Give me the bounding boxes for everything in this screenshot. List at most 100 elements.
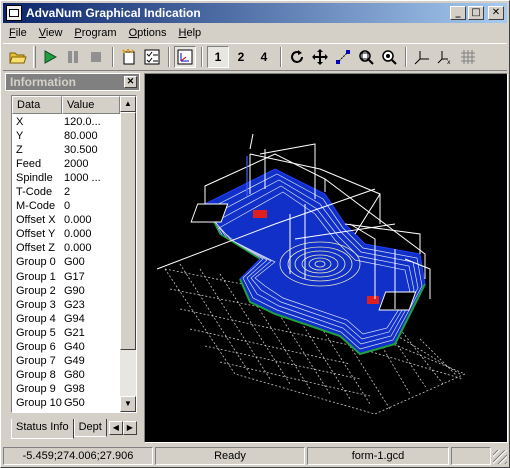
data-value: 0.000 (64, 214, 92, 227)
scroll-thumb[interactable] (120, 112, 136, 350)
data-key: Offset X (16, 214, 56, 227)
data-key: Z (16, 144, 23, 157)
tab-scroll-right-icon[interactable]: ▶ (122, 421, 137, 435)
close-button[interactable]: ✕ (488, 6, 504, 20)
toolbar-separator (280, 47, 282, 67)
data-value: 2000 (64, 158, 89, 171)
data-value: G40 (64, 340, 85, 353)
data-value: 1000 ... (64, 172, 101, 185)
maximize-button[interactable]: □ (468, 6, 484, 20)
minimize-button[interactable]: _ (450, 6, 466, 20)
data-key: Feed (16, 158, 42, 171)
scroll-up-button[interactable]: ▲ (120, 96, 136, 112)
resize-grip[interactable] (493, 450, 507, 464)
view-4-button[interactable]: 4 (253, 46, 275, 68)
menu-bar: File View Program Options Help (3, 24, 507, 42)
panel-tabs: Status Info Dept ◀ ▶ (11, 419, 139, 439)
checklist-icon[interactable] (141, 46, 163, 68)
data-list[interactable]: Data Value X 120.0... Y 80.000 Z 30.500 Feed 20… (11, 95, 137, 413)
toolbar-separator (201, 47, 203, 67)
toolbar-separator (33, 46, 36, 68)
list-item[interactable]: Group 11G67 (14, 410, 120, 412)
tab-dept[interactable]: Dept (73, 419, 107, 437)
list-item[interactable]: Group 9 G98 (14, 382, 120, 396)
data-key: Y (16, 130, 24, 143)
column-header-value[interactable]: Value (62, 96, 120, 114)
data-key: T-Code (16, 186, 53, 199)
information-panel-title[interactable]: Information ✕ (5, 73, 140, 91)
list-item[interactable]: X 120.0... (14, 115, 120, 129)
data-value: G94 (64, 312, 85, 325)
tab-status-info[interactable]: Status Info (11, 419, 74, 439)
view-2-button[interactable]: 2 (230, 46, 252, 68)
list-item[interactable]: Group 0 G00 (14, 255, 120, 269)
view-1-button[interactable]: 1 (207, 46, 229, 68)
svg-text:x: x (447, 59, 451, 65)
data-value: 2 (64, 186, 71, 199)
data-key: X (16, 116, 24, 128)
list-item[interactable]: Group 7 G49 (14, 354, 120, 368)
main-window: AdvaNum Graphical Indication _ □ ✕ File … (0, 0, 510, 468)
menu-options[interactable]: Options (123, 27, 173, 39)
menu-help[interactable]: Help (173, 27, 208, 39)
list-item[interactable]: Spindle 1000 ... (14, 171, 120, 185)
current-file: form-1.gcd (307, 447, 449, 465)
axes-view-icon[interactable] (174, 46, 196, 68)
list-item[interactable]: Group 6 G40 (14, 340, 120, 354)
coordinates-readout: -5.459;274.006;27.906 (3, 447, 153, 465)
rotate-icon[interactable] (286, 46, 308, 68)
menu-view[interactable]: View (33, 27, 69, 39)
3d-viewport[interactable] (144, 73, 508, 443)
list-item[interactable]: Offset X 0.000 (14, 213, 120, 227)
data-value: 0 (64, 200, 71, 213)
tool-axes-icon[interactable]: x (434, 46, 456, 68)
zoom-window-icon[interactable] (332, 46, 354, 68)
list-item[interactable]: M-Code 0 (14, 199, 120, 213)
data-value: G21 (64, 326, 85, 339)
data-key: Spindle (16, 172, 53, 185)
zoom-fit-icon[interactable] (378, 46, 400, 68)
data-key: Group 6 (16, 340, 56, 353)
data-value: G00 (64, 256, 85, 269)
data-key: Group 0 (16, 256, 56, 269)
list-item[interactable]: Group 5 G21 (14, 326, 120, 340)
list-item[interactable]: Group 8 G80 (14, 368, 120, 382)
grid-icon[interactable] (457, 46, 479, 68)
list-item[interactable]: Feed 2000 (14, 157, 120, 171)
menu-program[interactable]: Program (68, 27, 122, 39)
zoom-in-icon[interactable] (355, 46, 377, 68)
list-item[interactable]: Offset Y 0.000 (14, 227, 120, 241)
coordinate-axes-icon[interactable] (411, 46, 433, 68)
data-value: 0.000 (64, 228, 92, 241)
play-icon[interactable] (39, 46, 61, 68)
list-item[interactable]: Group 3 G23 (14, 298, 120, 312)
list-item[interactable]: Offset Z 0.000 (14, 241, 120, 255)
stop-icon[interactable] (85, 46, 107, 68)
list-item[interactable]: Group 1 G17 (14, 270, 120, 284)
vertical-scrollbar[interactable]: ▲ ▼ (120, 96, 136, 412)
column-header-data[interactable]: Data (12, 96, 62, 114)
toolbar-separator (168, 47, 170, 67)
scroll-down-button[interactable]: ▼ (120, 396, 136, 412)
pause-icon[interactable] (62, 46, 84, 68)
data-value: G90 (64, 284, 85, 297)
list-item[interactable]: Group 2 G90 (14, 284, 120, 298)
tab-scroll-left-icon[interactable]: ◀ (108, 421, 123, 435)
open-folder-icon[interactable] (7, 46, 29, 68)
close-icon[interactable]: ✕ (124, 76, 137, 88)
data-value: G49 (64, 354, 85, 367)
new-program-icon[interactable] (118, 46, 140, 68)
list-item[interactable]: Y 80.000 (14, 129, 120, 143)
data-rows: X 120.0... Y 80.000 Z 30.500 Feed 2000 Spindle 10… (14, 115, 120, 412)
title-bar[interactable]: AdvaNum Graphical Indication _ □ ✕ (3, 3, 507, 23)
list-item[interactable]: T-Code 2 (14, 185, 120, 199)
data-key: Group 11 (14, 410, 64, 412)
data-key: Group 7 (16, 354, 56, 367)
list-item[interactable]: Group 4 G94 (14, 312, 120, 326)
list-item[interactable]: Z 30.500 (14, 143, 120, 157)
menu-file[interactable]: File (3, 27, 33, 39)
status-empty-pane (451, 447, 491, 465)
app-icon[interactable] (6, 5, 22, 21)
pan-icon[interactable] (309, 46, 331, 68)
list-item[interactable]: Group 10 G50 (14, 396, 120, 410)
